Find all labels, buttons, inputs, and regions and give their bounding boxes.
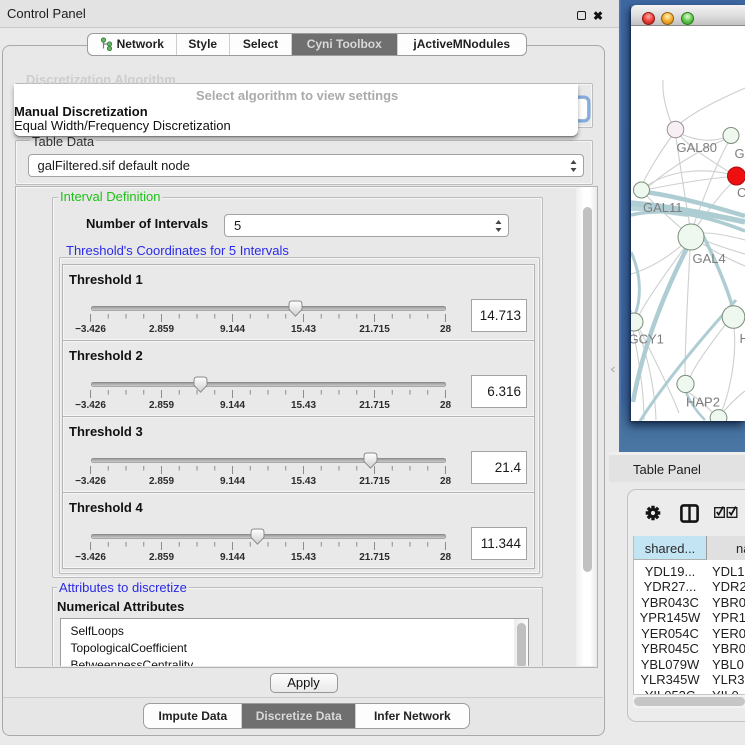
svg-text:H: H	[740, 331, 745, 346]
svg-text:HAP2: HAP2	[686, 395, 720, 410]
svg-text:GAL80: GAL80	[677, 140, 717, 155]
svg-text:GAL4: GAL4	[693, 251, 726, 266]
svg-text:GAL11: GAL11	[643, 200, 683, 215]
svg-text:GCY1: GCY1	[631, 332, 664, 347]
svg-text:C: C	[737, 185, 745, 200]
svg-text:GA: GA	[735, 146, 745, 161]
